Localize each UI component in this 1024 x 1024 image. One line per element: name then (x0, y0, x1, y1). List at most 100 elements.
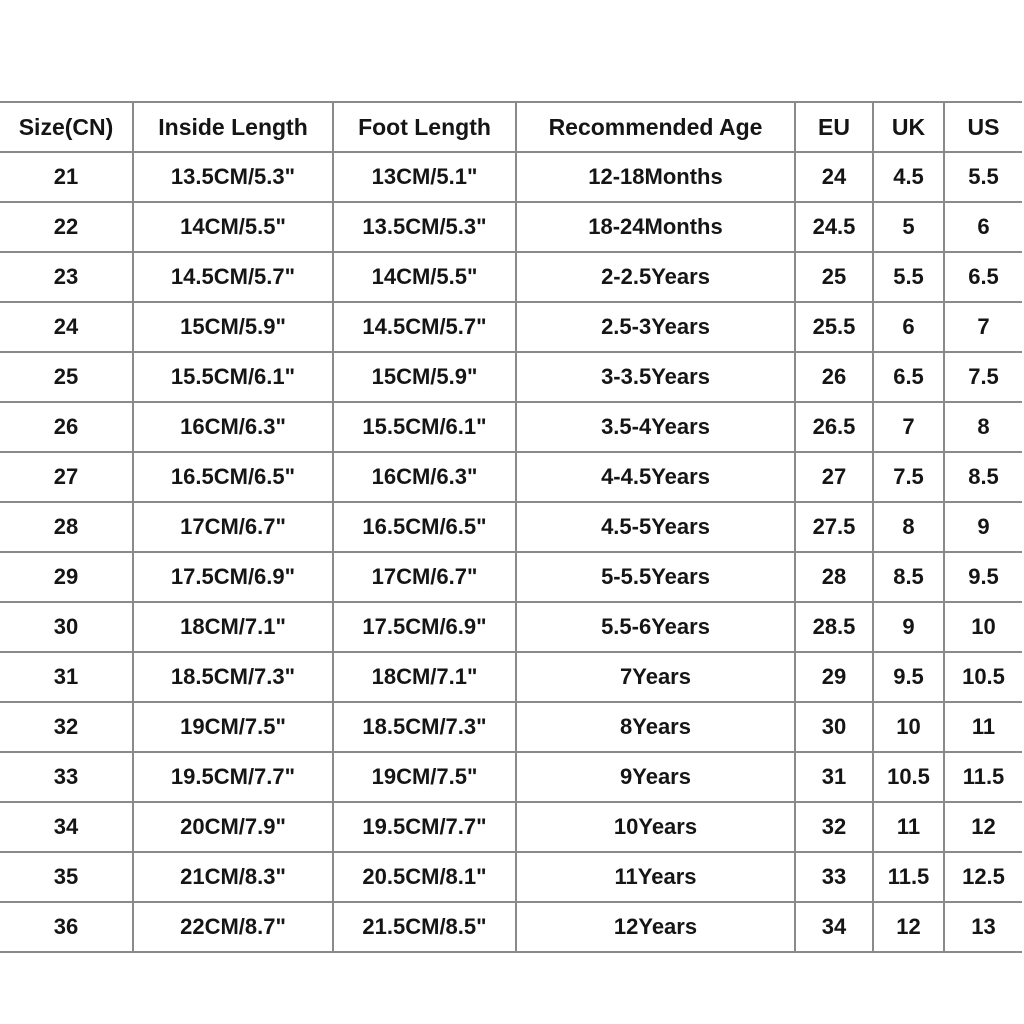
cell-uk: 12 (872, 901, 945, 953)
cell-recommended-age: 3.5-4Years (515, 401, 796, 453)
table-row: 27 16.5CM/6.5" 16CM/6.3" 4-4.5Years 27 7.5 8.5 (0, 451, 1022, 503)
cell-size-cn: 23 (0, 251, 134, 303)
cell-recommended-age: 3-3.5Years (515, 351, 796, 403)
cell-inside-length: 21CM/8.3" (132, 851, 334, 903)
cell-us: 7.5 (943, 351, 1022, 403)
cell-eu: 27 (794, 451, 874, 503)
cell-uk: 6 (872, 301, 945, 353)
cell-foot-length: 13CM/5.1" (332, 151, 517, 203)
cell-uk: 9.5 (872, 651, 945, 703)
cell-eu: 26 (794, 351, 874, 403)
cell-us: 12 (943, 801, 1022, 853)
cell-eu: 25.5 (794, 301, 874, 353)
cell-inside-length: 15.5CM/6.1" (132, 351, 334, 403)
cell-recommended-age: 4.5-5Years (515, 501, 796, 553)
cell-foot-length: 14CM/5.5" (332, 251, 517, 303)
cell-us: 6.5 (943, 251, 1022, 303)
cell-size-cn: 27 (0, 451, 134, 503)
table-row: 34 20CM/7.9" 19.5CM/7.7" 10Years 32 11 12 (0, 801, 1022, 853)
cell-uk: 10 (872, 701, 945, 753)
table-row: 23 14.5CM/5.7" 14CM/5.5" 2-2.5Years 25 5.5 6.5 (0, 251, 1022, 303)
cell-us: 7 (943, 301, 1022, 353)
cell-inside-length: 20CM/7.9" (132, 801, 334, 853)
cell-size-cn: 33 (0, 751, 134, 803)
cell-us: 10 (943, 601, 1022, 653)
cell-inside-length: 13.5CM/5.3" (132, 151, 334, 203)
table-row: 26 16CM/6.3" 15.5CM/6.1" 3.5-4Years 26.5 7 8 (0, 401, 1022, 453)
cell-foot-length: 16.5CM/6.5" (332, 501, 517, 553)
table-row: 36 22CM/8.7" 21.5CM/8.5" 12Years 34 12 13 (0, 901, 1022, 953)
cell-us: 9.5 (943, 551, 1022, 603)
cell-recommended-age: 18-24Months (515, 201, 796, 253)
cell-size-cn: 35 (0, 851, 134, 903)
cell-us: 9 (943, 501, 1022, 553)
table-row: 30 18CM/7.1" 17.5CM/6.9" 5.5-6Years 28.5 9 10 (0, 601, 1022, 653)
table-row: 24 15CM/5.9" 14.5CM/5.7" 2.5-3Years 25.5 6 7 (0, 301, 1022, 353)
cell-inside-length: 17.5CM/6.9" (132, 551, 334, 603)
cell-uk: 7 (872, 401, 945, 453)
cell-recommended-age: 8Years (515, 701, 796, 753)
cell-inside-length: 18CM/7.1" (132, 601, 334, 653)
cell-recommended-age: 12-18Months (515, 151, 796, 203)
cell-eu: 29 (794, 651, 874, 703)
cell-foot-length: 19CM/7.5" (332, 751, 517, 803)
cell-uk: 9 (872, 601, 945, 653)
cell-size-cn: 25 (0, 351, 134, 403)
size-chart-page: Size(CN) Inside Length Foot Length Recom… (0, 0, 1024, 1024)
cell-eu: 24.5 (794, 201, 874, 253)
cell-foot-length: 16CM/6.3" (332, 451, 517, 503)
table-row: 28 17CM/6.7" 16.5CM/6.5" 4.5-5Years 27.5 8 9 (0, 501, 1022, 553)
cell-foot-length: 15.5CM/6.1" (332, 401, 517, 453)
cell-size-cn: 36 (0, 901, 134, 953)
cell-uk: 8 (872, 501, 945, 553)
cell-size-cn: 30 (0, 601, 134, 653)
table-row: 29 17.5CM/6.9" 17CM/6.7" 5-5.5Years 28 8.5 9.5 (0, 551, 1022, 603)
cell-inside-length: 16.5CM/6.5" (132, 451, 334, 503)
cell-recommended-age: 12Years (515, 901, 796, 953)
table-row: 25 15.5CM/6.1" 15CM/5.9" 3-3.5Years 26 6.5 7.5 (0, 351, 1022, 403)
table-row: 22 14CM/5.5" 13.5CM/5.3" 18-24Months 24.5 5 6 (0, 201, 1022, 253)
cell-foot-length: 14.5CM/5.7" (332, 301, 517, 353)
cell-uk: 5 (872, 201, 945, 253)
cell-foot-length: 15CM/5.9" (332, 351, 517, 403)
cell-size-cn: 21 (0, 151, 134, 203)
cell-size-cn: 28 (0, 501, 134, 553)
cell-foot-length: 20.5CM/8.1" (332, 851, 517, 903)
cell-uk: 11.5 (872, 851, 945, 903)
table-row: 35 21CM/8.3" 20.5CM/8.1" 11Years 33 11.5 12.5 (0, 851, 1022, 903)
cell-inside-length: 14.5CM/5.7" (132, 251, 334, 303)
shoe-size-chart-table: Size(CN) Inside Length Foot Length Recom… (0, 101, 1022, 953)
table-header-row: Size(CN) Inside Length Foot Length Recom… (0, 101, 1022, 153)
cell-inside-length: 15CM/5.9" (132, 301, 334, 353)
cell-eu: 26.5 (794, 401, 874, 453)
cell-eu: 30 (794, 701, 874, 753)
cell-size-cn: 24 (0, 301, 134, 353)
cell-uk: 8.5 (872, 551, 945, 603)
cell-us: 8.5 (943, 451, 1022, 503)
cell-foot-length: 17.5CM/6.9" (332, 601, 517, 653)
cell-eu: 34 (794, 901, 874, 953)
cell-foot-length: 13.5CM/5.3" (332, 201, 517, 253)
cell-recommended-age: 11Years (515, 851, 796, 903)
cell-eu: 27.5 (794, 501, 874, 553)
cell-uk: 10.5 (872, 751, 945, 803)
cell-foot-length: 21.5CM/8.5" (332, 901, 517, 953)
cell-recommended-age: 5.5-6Years (515, 601, 796, 653)
cell-uk: 4.5 (872, 151, 945, 203)
column-header-recommended-age: Recommended Age (515, 101, 796, 153)
cell-foot-length: 17CM/6.7" (332, 551, 517, 603)
table-row: 21 13.5CM/5.3" 13CM/5.1" 12-18Months 24 4.5 5.… (0, 151, 1022, 203)
cell-recommended-age: 7Years (515, 651, 796, 703)
cell-us: 11.5 (943, 751, 1022, 803)
cell-inside-length: 19.5CM/7.7" (132, 751, 334, 803)
cell-recommended-age: 4-4.5Years (515, 451, 796, 503)
table-row: 31 18.5CM/7.3" 18CM/7.1" 7Years 29 9.5 10.5 (0, 651, 1022, 703)
cell-uk: 6.5 (872, 351, 945, 403)
cell-foot-length: 19.5CM/7.7" (332, 801, 517, 853)
column-header-uk: UK (872, 101, 945, 153)
cell-inside-length: 16CM/6.3" (132, 401, 334, 453)
cell-eu: 28.5 (794, 601, 874, 653)
cell-us: 10.5 (943, 651, 1022, 703)
cell-recommended-age: 5-5.5Years (515, 551, 796, 603)
column-header-us: US (943, 101, 1022, 153)
